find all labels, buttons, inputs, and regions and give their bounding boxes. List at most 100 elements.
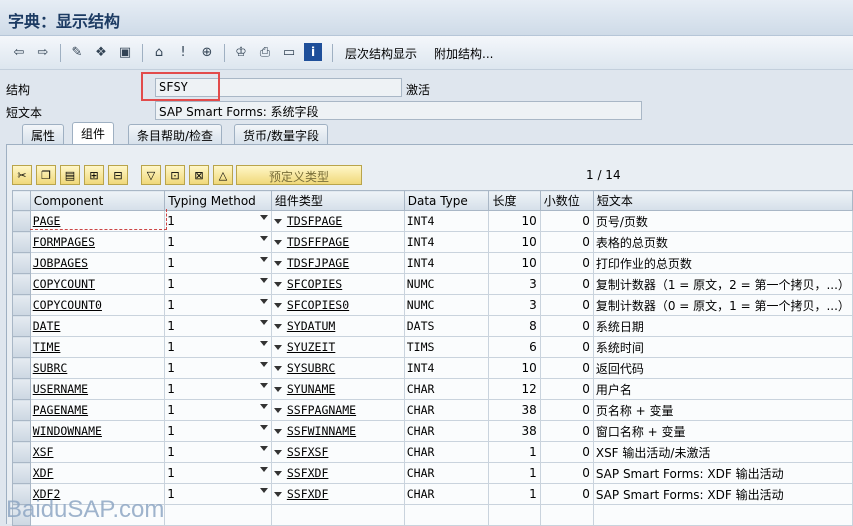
- data-type-cell[interactable]: INT4: [403, 210, 490, 232]
- row-selector[interactable]: [12, 315, 31, 337]
- dropdown-arrow-icon[interactable]: [273, 450, 282, 455]
- empty-cell[interactable]: [592, 504, 853, 526]
- dropdown-arrow-icon[interactable]: [259, 257, 268, 262]
- decimals-cell[interactable]: 0: [539, 273, 594, 295]
- deselect-icon[interactable]: ⊠: [189, 165, 209, 185]
- decimals-cell[interactable]: 0: [539, 399, 594, 421]
- short-text-cell[interactable]: 复制计数器（1 = 原文，2 = 第一个拷贝，...）: [592, 273, 853, 295]
- table-row[interactable]: XSF 1 SSFXSF CHAR 1 0 XSF 输出活动/未激活: [12, 441, 853, 463]
- display-change-icon[interactable]: ✎: [68, 43, 86, 61]
- short-text-cell[interactable]: XSF 输出活动/未激活: [592, 441, 853, 463]
- decimals-cell[interactable]: 0: [539, 420, 594, 442]
- dropdown-arrow-icon[interactable]: [259, 215, 268, 220]
- dropdown-arrow-icon[interactable]: [273, 240, 282, 245]
- decimals-cell[interactable]: 0: [539, 441, 594, 463]
- component-cell[interactable]: SUBRC: [29, 357, 166, 379]
- column-header-decimals[interactable]: 小数位: [539, 190, 594, 211]
- component-cell[interactable]: FORMPAGES: [29, 231, 166, 253]
- row-selector[interactable]: [12, 252, 31, 274]
- length-cell[interactable]: 6: [488, 336, 541, 358]
- row-selector[interactable]: [12, 420, 31, 442]
- row-selector[interactable]: [12, 231, 31, 253]
- typing-method-cell[interactable]: 1: [164, 294, 272, 316]
- decimals-cell[interactable]: 0: [539, 336, 594, 358]
- append-structure-button[interactable]: 附加结构...: [434, 45, 493, 62]
- dropdown-arrow-icon[interactable]: [273, 219, 282, 224]
- component-type-cell[interactable]: SSFWINNAME: [270, 420, 405, 442]
- length-cell[interactable]: 3: [488, 294, 541, 316]
- dropdown-arrow-icon[interactable]: [259, 383, 268, 388]
- data-type-cell[interactable]: NUMC: [403, 273, 490, 295]
- decimals-cell[interactable]: 0: [539, 315, 594, 337]
- component-cell[interactable]: WINDOWNAME: [29, 420, 166, 442]
- forward-arrow-icon[interactable]: ⇨: [34, 43, 52, 61]
- row-selector[interactable]: [12, 378, 31, 400]
- insert-row-icon[interactable]: ⊞: [84, 165, 104, 185]
- component-type-cell[interactable]: SYUNAME: [270, 378, 405, 400]
- tab-entry-help[interactable]: 条目帮助/检查: [128, 124, 223, 144]
- column-header-length[interactable]: 长度: [488, 190, 541, 211]
- data-type-cell[interactable]: CHAR: [403, 420, 490, 442]
- length-cell[interactable]: 1: [488, 462, 541, 484]
- dropdown-arrow-icon[interactable]: [259, 467, 268, 472]
- short-text-cell[interactable]: 复制计数器（0 = 原文，1 = 第一个拷贝，...）: [592, 294, 853, 316]
- short-text-cell[interactable]: SAP Smart Forms: XDF 输出活动: [592, 483, 853, 505]
- component-cell[interactable]: DATE: [29, 315, 166, 337]
- typing-method-cell[interactable]: 1: [164, 399, 272, 421]
- table-row[interactable]: PAGENAME 1 SSFPAGNAME CHAR 38 0 页名称 + 变量: [12, 399, 853, 421]
- data-type-cell[interactable]: CHAR: [403, 378, 490, 400]
- component-type-cell[interactable]: SYSUBRC: [270, 357, 405, 379]
- component-cell[interactable]: COPYCOUNT0: [29, 294, 166, 316]
- decimals-cell[interactable]: 0: [539, 483, 594, 505]
- short-text-cell[interactable]: 系统时间: [592, 336, 853, 358]
- dropdown-arrow-icon[interactable]: [273, 303, 282, 308]
- info-icon[interactable]: ǃ: [174, 43, 192, 61]
- short-text-cell[interactable]: 窗口名称 + 变量: [592, 420, 853, 442]
- decimals-cell[interactable]: 0: [539, 462, 594, 484]
- data-type-cell[interactable]: CHAR: [403, 399, 490, 421]
- decimals-cell[interactable]: 0: [539, 357, 594, 379]
- table-row[interactable]: XDF 1 SSFXDF CHAR 1 0 SAP Smart Forms: XDF 输出活…: [12, 462, 853, 484]
- dropdown-arrow-icon[interactable]: [273, 282, 282, 287]
- decimals-cell[interactable]: 0: [539, 231, 594, 253]
- tab-currency-quantity[interactable]: 货币/数量字段: [234, 124, 329, 144]
- length-cell[interactable]: 38: [488, 399, 541, 421]
- component-type-cell[interactable]: SSFXDF: [270, 483, 405, 505]
- column-header-ctype[interactable]: 组件类型: [270, 190, 405, 211]
- typing-method-cell[interactable]: 1: [164, 336, 272, 358]
- navigate-icon[interactable]: ⊕: [198, 43, 216, 61]
- component-cell[interactable]: XSF: [29, 441, 166, 463]
- typing-method-cell[interactable]: 1: [164, 273, 272, 295]
- data-type-cell[interactable]: TIMS: [403, 336, 490, 358]
- where-used-icon[interactable]: ⌂: [150, 43, 168, 61]
- data-type-cell[interactable]: INT4: [403, 252, 490, 274]
- length-cell[interactable]: 1: [488, 441, 541, 463]
- data-type-cell[interactable]: INT4: [403, 357, 490, 379]
- decimals-cell[interactable]: 0: [539, 294, 594, 316]
- component-type-cell[interactable]: SFCOPIES0: [270, 294, 405, 316]
- table-row[interactable]: COPYCOUNT 1 SFCOPIES NUMC 3 0 复制计数器（1 = 原文，2 =…: [12, 273, 853, 295]
- short-text-cell[interactable]: 页名称 + 变量: [592, 399, 853, 421]
- typing-method-cell[interactable]: 1: [164, 315, 272, 337]
- dropdown-arrow-icon[interactable]: [259, 236, 268, 241]
- dropdown-arrow-icon[interactable]: [259, 488, 268, 493]
- data-type-cell[interactable]: CHAR: [403, 462, 490, 484]
- back-arrow-icon[interactable]: ⇦: [10, 43, 28, 61]
- data-type-cell[interactable]: CHAR: [403, 441, 490, 463]
- data-type-cell[interactable]: CHAR: [403, 483, 490, 505]
- component-type-cell[interactable]: SSFPAGNAME: [270, 399, 405, 421]
- dropdown-arrow-icon[interactable]: [259, 362, 268, 367]
- dropdown-arrow-icon[interactable]: [273, 261, 282, 266]
- typing-method-cell[interactable]: 1: [164, 378, 272, 400]
- delete-row-icon[interactable]: ⊟: [108, 165, 128, 185]
- component-type-cell[interactable]: TDSFPAGE: [270, 210, 405, 232]
- component-type-cell[interactable]: TDSFJPAGE: [270, 252, 405, 274]
- table-row[interactable]: FORMPAGES 1 TDSFFPAGE INT4 10 0 表格的总页数: [12, 231, 853, 253]
- component-cell[interactable]: COPYCOUNT: [29, 273, 166, 295]
- component-type-cell[interactable]: SSFXDF: [270, 462, 405, 484]
- sort-icon[interactable]: △: [213, 165, 233, 185]
- column-header-short-text[interactable]: 短文本: [592, 190, 853, 211]
- dropdown-arrow-icon[interactable]: [259, 299, 268, 304]
- hierarchy-icon[interactable]: ♔: [232, 43, 250, 61]
- length-cell[interactable]: 10: [488, 231, 541, 253]
